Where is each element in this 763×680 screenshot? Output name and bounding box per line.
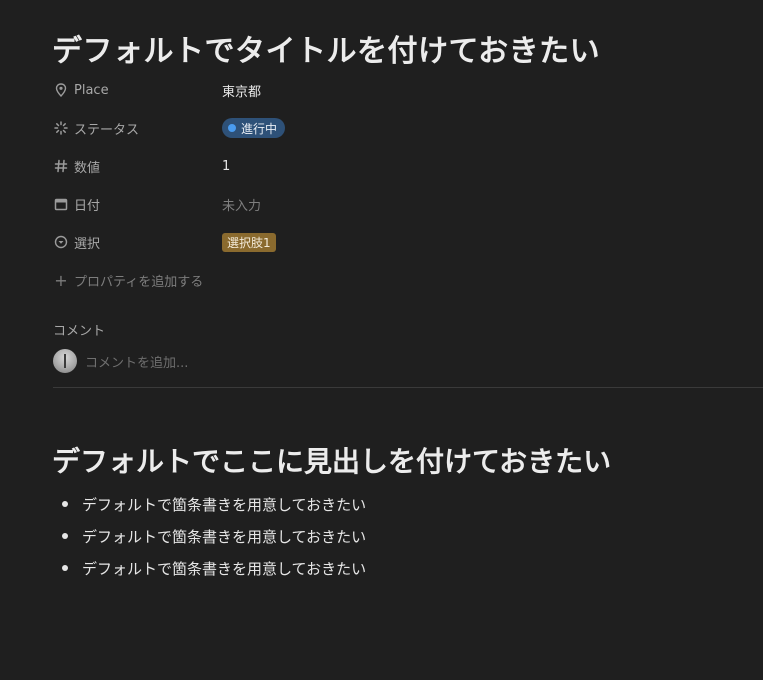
list-item-text: デフォルトで箇条書きを用意しておきたい: [82, 527, 367, 546]
property-row-place[interactable]: Place 東京都: [52, 75, 752, 105]
property-value-select[interactable]: 選択肢1: [222, 232, 276, 252]
bullet-icon: [62, 565, 68, 571]
list-item-text: デフォルトで箇条書きを用意しておきたい: [82, 495, 367, 514]
list-item[interactable]: デフォルトで箇条書きを用意しておきたい: [52, 520, 366, 552]
property-name-select[interactable]: 選択: [52, 233, 222, 252]
property-label: ステータス: [74, 122, 140, 138]
list-item-text: デフォルトで箇条書きを用意しておきたい: [82, 559, 367, 578]
select-option-tag[interactable]: 選択肢1: [222, 232, 276, 252]
calendar-icon: [52, 195, 70, 213]
add-property-button[interactable]: + プロパティを追加する: [52, 268, 203, 292]
status-spinner-icon: [52, 119, 70, 137]
property-row-select[interactable]: 選択 選択肢1: [52, 227, 752, 257]
property-label: 数値: [74, 160, 101, 176]
divider: [53, 387, 763, 388]
status-label: 進行中: [241, 121, 278, 136]
comment-input[interactable]: コメントを追加...: [85, 352, 188, 371]
property-name-number[interactable]: 数値: [52, 157, 222, 176]
bullet-icon: [62, 501, 68, 507]
property-name-status[interactable]: ステータス: [52, 119, 222, 138]
hash-icon: [52, 157, 70, 175]
list-item[interactable]: デフォルトで箇条書きを用意しておきたい: [52, 488, 366, 520]
property-label: Place: [74, 82, 109, 98]
select-circle-icon: [52, 233, 70, 251]
property-row-date[interactable]: 日付 未入力: [52, 189, 752, 219]
property-label: 選択: [74, 236, 101, 252]
list-item[interactable]: デフォルトで箇条書きを用意しておきたい: [52, 552, 366, 584]
status-dot-icon: [228, 124, 236, 132]
map-pin-icon: [52, 81, 70, 99]
add-property-label: プロパティを追加する: [74, 274, 204, 290]
bulleted-list: デフォルトで箇条書きを用意しておきたい デフォルトで箇条書きを用意しておきたい …: [52, 488, 366, 584]
property-row-status[interactable]: ステータス 進行中: [52, 113, 752, 143]
property-name-place[interactable]: Place: [52, 81, 222, 99]
property-value-number[interactable]: 1: [222, 159, 230, 174]
bullet-icon: [62, 533, 68, 539]
property-name-date[interactable]: 日付: [52, 195, 222, 214]
content-heading[interactable]: デフォルトでここに見出しを付けておきたい: [52, 440, 611, 480]
status-badge[interactable]: 進行中: [222, 118, 286, 138]
property-row-number[interactable]: 数値 1: [52, 151, 752, 181]
comment-input-row[interactable]: コメントを追加...: [53, 348, 188, 374]
notion-page: デフォルトでタイトルを付けておきたい Place 東京都 ステータス 進行中 数…: [0, 0, 763, 680]
property-value-date[interactable]: 未入力: [222, 195, 261, 214]
avatar: [53, 349, 77, 373]
property-value-place[interactable]: 東京都: [222, 81, 261, 100]
property-label: 日付: [74, 198, 101, 214]
property-value-status[interactable]: 進行中: [222, 118, 286, 138]
page-title[interactable]: デフォルトでタイトルを付けておきたい: [52, 26, 600, 70]
comments-heading: コメント: [53, 324, 106, 339]
plus-icon: +: [54, 270, 68, 290]
